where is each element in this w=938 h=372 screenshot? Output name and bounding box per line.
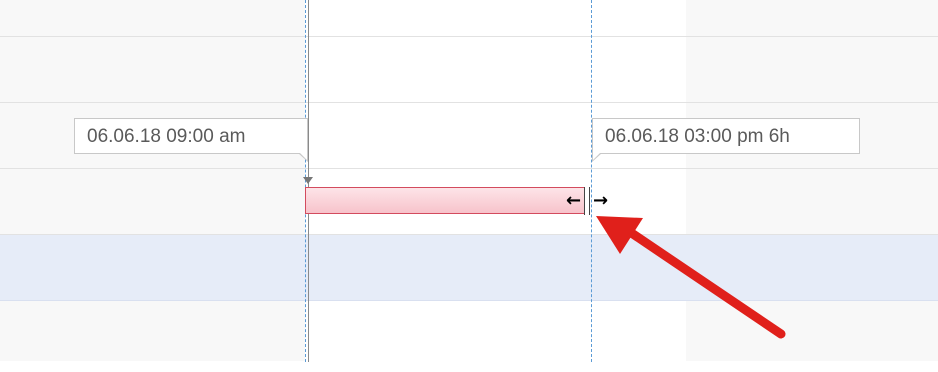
- resize-right-arrow-icon: →: [593, 190, 609, 211]
- task-resize-handle[interactable]: [584, 187, 590, 215]
- start-date-tooltip: 06.06.18 09:00 am: [74, 118, 308, 162]
- bottom-strip: [0, 361, 938, 372]
- tooltip-tail: [592, 152, 602, 162]
- end-guide-line: [591, 0, 592, 362]
- start-date-tooltip-text: 06.06.18 09:00 am: [87, 126, 246, 147]
- end-date-tooltip-text: 06.06.18 03:00 pm 6h: [605, 126, 790, 147]
- gantt-row-selected[interactable]: [0, 235, 938, 301]
- start-marker-icon: [303, 177, 313, 184]
- end-date-tooltip: 06.06.18 03:00 pm 6h: [592, 118, 860, 162]
- resize-left-arrow-icon: ←: [566, 190, 582, 211]
- task-bar[interactable]: [305, 187, 588, 214]
- gantt-row[interactable]: [0, 301, 938, 361]
- gantt-row[interactable]: [0, 37, 938, 103]
- gantt-row[interactable]: [0, 0, 938, 37]
- tooltip-tail: [298, 152, 308, 162]
- gantt-chart-area: 06.06.18 09:00 am 06.06.18 03:00 pm 6h ←…: [0, 0, 938, 372]
